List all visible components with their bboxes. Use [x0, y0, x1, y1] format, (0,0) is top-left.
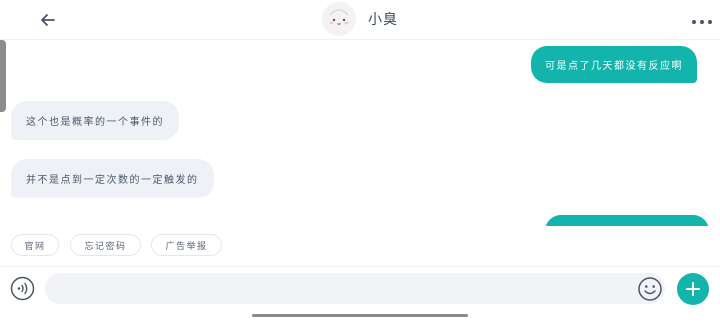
chat-header: 小臭 — [0, 0, 720, 40]
quick-reply-ad-report[interactable]: 广告举报 — [151, 234, 222, 256]
message-input[interactable] — [45, 273, 665, 304]
message-bubble-outgoing[interactable] — [545, 215, 709, 226]
quick-reply-official-site[interactable]: 官网 — [11, 234, 59, 256]
quick-reply-forgot-password[interactable]: 忘记密码 — [70, 234, 141, 256]
composer — [0, 266, 720, 312]
home-indicator[interactable] — [252, 314, 468, 317]
message-list[interactable]: 可是点了几天都没有反应啊 这个也是概率的一个事件的 并不是点到一定次数的一定触发… — [0, 40, 720, 226]
plus-icon — [686, 282, 700, 296]
voice-icon[interactable] — [10, 276, 35, 301]
avatar — [322, 2, 356, 36]
emoji-icon[interactable] — [637, 276, 663, 302]
message-bubble-incoming[interactable]: 并不是点到一定次数的一定触发的 — [11, 159, 214, 198]
arrow-left-icon[interactable] — [36, 8, 60, 32]
page-title: 小臭 — [368, 12, 398, 28]
more-horizontal-icon[interactable] — [690, 13, 714, 25]
quick-reply-bar: 官网 忘记密码 广告举报 — [0, 234, 720, 258]
chat-title-group[interactable]: 小臭 — [322, 2, 398, 36]
message-bubble-incoming[interactable]: 这个也是概率的一个事件的 — [11, 101, 179, 140]
message-bubble-outgoing[interactable]: 可是点了几天都没有反应啊 — [531, 46, 697, 83]
plus-button[interactable] — [677, 273, 709, 305]
